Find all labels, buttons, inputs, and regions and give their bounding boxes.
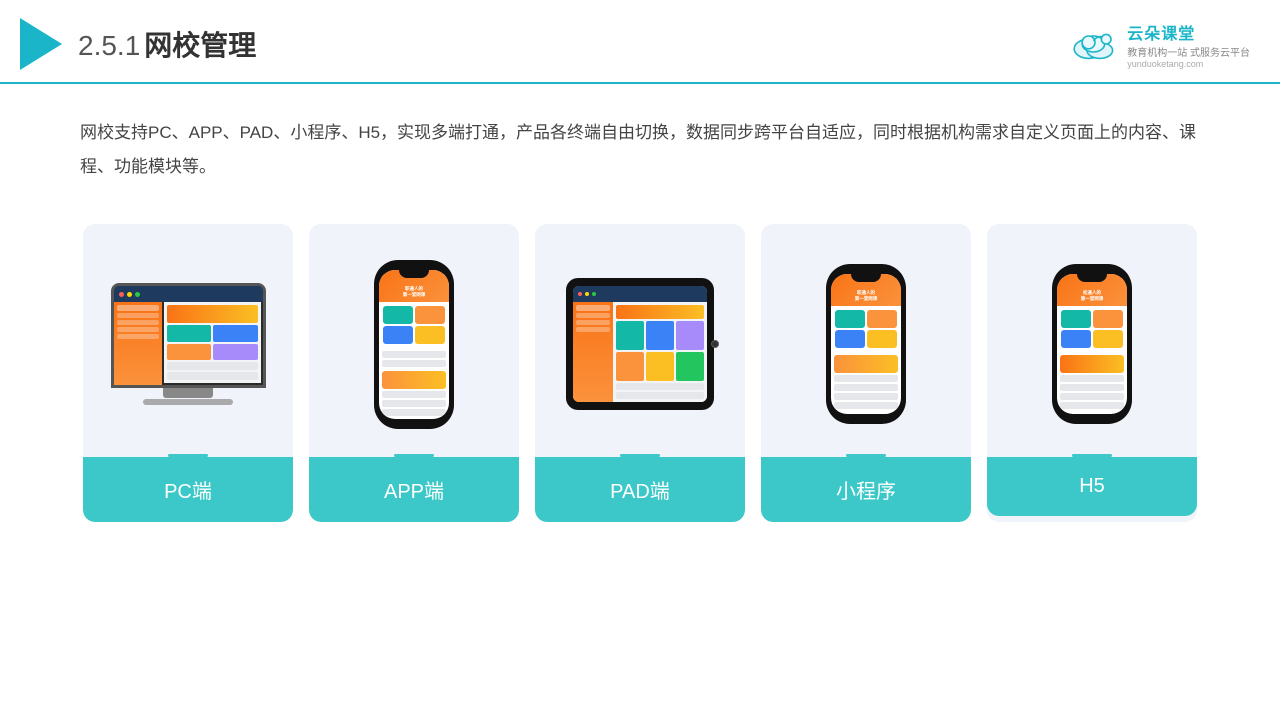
platform-cards: PC端 职通人的第一堂网课 [0,204,1280,542]
card-pad-label: PAD端 [535,457,745,522]
brand-text: 云朵课堂 教育机构一站 式服务云平台 yunduoketang.com [1127,20,1250,69]
brand-logo: 云朵课堂 教育机构一站 式服务云平台 yunduoketang.com [1071,20,1250,69]
card-pc: PC端 [83,224,293,522]
page-title: 2.5.1网校管理 [78,24,256,64]
card-h5: 松通人的第一堂网课 [987,224,1197,522]
card-pc-image [83,224,293,454]
page-header: 2.5.1网校管理 云朵课堂 教育机构一站 式服务云平台 yunduoketan… [0,0,1280,84]
card-app: 职通人的第一堂网课 [309,224,519,522]
header-left: 2.5.1网校管理 [20,18,256,70]
card-app-label: APP端 [309,457,519,522]
card-h5-image: 松通人的第一堂网课 [987,224,1197,454]
page-description: 网校支持PC、APP、PAD、小程序、H5，实现多端打通，产品各终端自由切换，数… [0,84,1280,204]
card-pad: PAD端 [535,224,745,522]
card-miniprogram-label: 小程序 [761,457,971,522]
card-pc-label: PC端 [83,457,293,522]
card-app-image: 职通人的第一堂网课 [309,224,519,454]
card-miniprogram: 职通人的第一堂网课 [761,224,971,522]
cloud-icon [1071,26,1119,62]
arrow-logo-icon [20,18,62,70]
card-h5-label: H5 [987,457,1197,516]
card-pad-image [535,224,745,454]
card-miniprogram-image: 职通人的第一堂网课 [761,224,971,454]
